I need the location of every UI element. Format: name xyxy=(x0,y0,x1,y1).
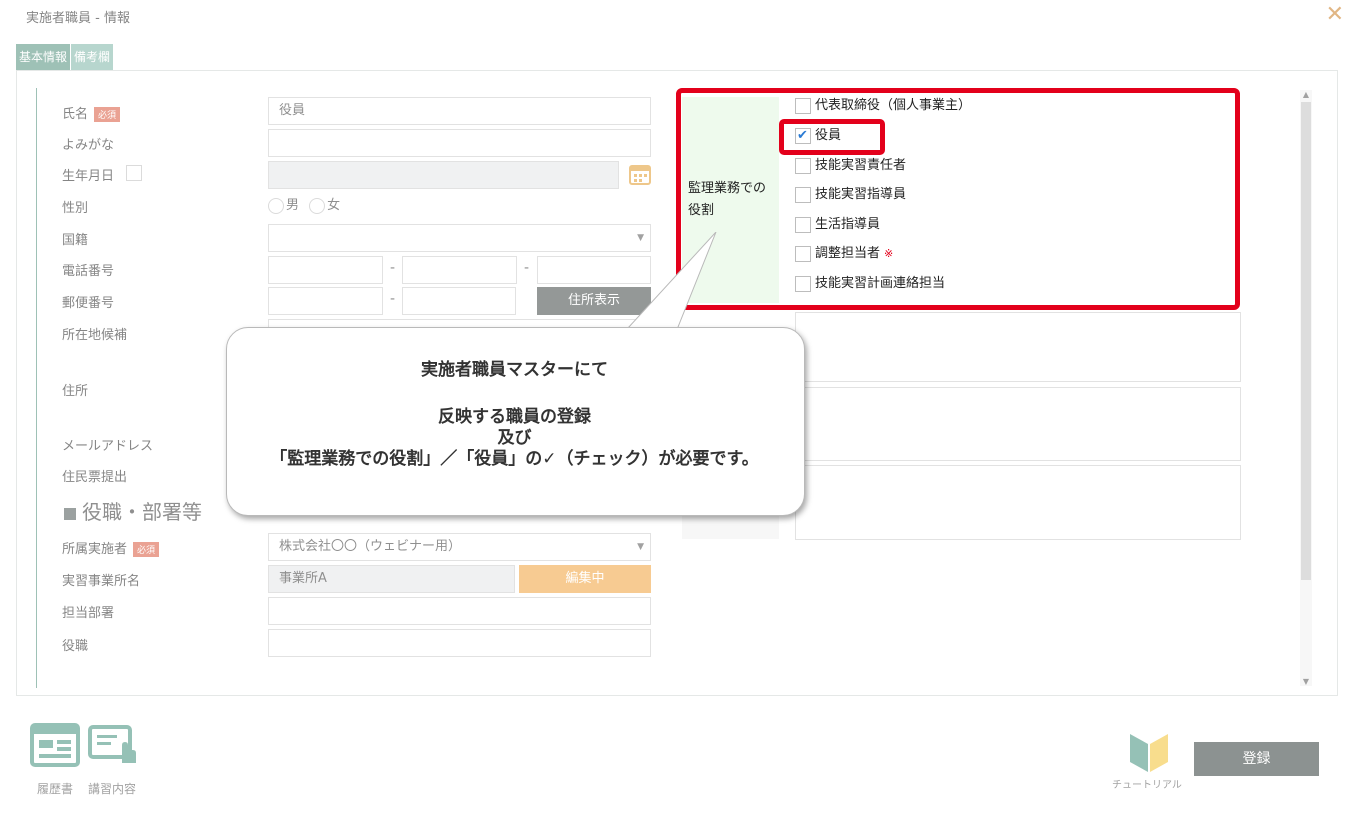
birth-input[interactable] xyxy=(268,161,619,189)
right-textarea-3[interactable] xyxy=(795,465,1241,540)
address-label: 住所 xyxy=(62,384,89,399)
nationality-select[interactable]: ▼ xyxy=(268,224,651,252)
phone-label: 電話番号 xyxy=(62,264,115,279)
editing-button[interactable]: 編集中 xyxy=(519,565,651,593)
phone-separator: - xyxy=(390,260,396,276)
register-button[interactable]: 登録 xyxy=(1194,742,1319,776)
calendar-icon[interactable] xyxy=(629,163,651,185)
kana-label: よみがな xyxy=(62,138,115,153)
scrollbar-thumb[interactable] xyxy=(1301,102,1311,580)
checkbox[interactable] xyxy=(795,186,811,203)
checkbox[interactable] xyxy=(795,216,811,233)
required-badge: 必須 xyxy=(94,107,121,122)
birth-unknown-checkbox[interactable] xyxy=(126,165,142,181)
implementer-select[interactable]: 株式会社〇〇（ウェビナー用） ▼ xyxy=(268,533,651,561)
name-label: 氏名 必須 xyxy=(62,103,121,122)
role-checkbox-plan-contact[interactable]: 技能実習計画連絡担当 xyxy=(795,275,945,293)
kana-input[interactable] xyxy=(268,129,651,157)
radio-female[interactable] xyxy=(309,197,326,214)
checkbox[interactable] xyxy=(795,157,811,174)
officer-highlight-frame xyxy=(779,119,885,155)
phone-separator: - xyxy=(524,260,530,276)
resident-card-label: 住民票提出 xyxy=(62,470,128,485)
role-checkbox-training-manager[interactable]: 技能実習責任者 xyxy=(795,157,906,175)
postal-label: 郵便番号 xyxy=(62,296,115,311)
panel-accent-line xyxy=(36,88,37,688)
checkbox[interactable] xyxy=(795,245,811,262)
email-label: メールアドレス xyxy=(62,439,154,454)
resume-label: 履歴書 xyxy=(37,782,74,796)
checkbox[interactable] xyxy=(795,275,811,292)
department-label: 担当部署 xyxy=(62,606,115,621)
address-candidate-label: 所在地候補 xyxy=(62,328,128,343)
role-checkbox-training-instructor[interactable]: 技能実習指導員 xyxy=(795,186,906,204)
dialog-window: 実施者職員 - 情報 ✕ 基本情報 備考欄 氏名 必須 役員 よみがな 生年月日 性… xyxy=(0,0,1350,825)
checkbox[interactable] xyxy=(795,97,811,114)
close-icon[interactable]: ✕ xyxy=(1326,2,1344,27)
office-input[interactable]: 事業所A xyxy=(268,565,515,593)
gender-radio-group: 男 女 xyxy=(268,194,340,214)
tutorial-label: チュートリアル xyxy=(1112,780,1182,791)
callout-tail xyxy=(626,232,717,332)
position-label: 役職 xyxy=(62,639,89,654)
callout-text: 実施者職員マスターにて 反映する職員の登録 及び 「監理業務での役割」／「役員」… xyxy=(270,360,759,469)
postal-input-1[interactable] xyxy=(268,287,383,315)
name-input[interactable]: 役員 xyxy=(268,97,651,125)
radio-male[interactable] xyxy=(268,197,284,214)
course-icon[interactable] xyxy=(88,723,138,767)
scroll-down-icon[interactable]: ▼ xyxy=(1300,677,1312,686)
right-textarea-1[interactable] xyxy=(795,312,1241,382)
implementer-label: 所属実施者 必須 xyxy=(62,538,160,557)
right-textarea-2[interactable] xyxy=(795,387,1241,461)
scroll-up-icon[interactable]: ▲ xyxy=(1300,90,1312,99)
postal-separator: - xyxy=(390,291,396,307)
department-input[interactable] xyxy=(268,597,651,625)
course-label: 講習内容 xyxy=(88,782,137,796)
position-input[interactable] xyxy=(268,629,651,657)
nationality-label: 国籍 xyxy=(62,233,89,248)
role-checkbox-coordinator[interactable]: 調整担当者 ※ xyxy=(795,245,893,263)
window-title: 実施者職員 - 情報 xyxy=(26,11,130,26)
birth-label: 生年月日 xyxy=(62,169,115,184)
postal-input-2[interactable] xyxy=(402,287,516,315)
chevron-down-icon: ▼ xyxy=(637,542,644,552)
tutorial-icon[interactable] xyxy=(1118,730,1180,774)
role-checkbox-representative[interactable]: 代表取締役（個人事業主） xyxy=(795,97,971,115)
resume-icon[interactable] xyxy=(30,723,80,767)
tab-notes[interactable]: 備考欄 xyxy=(71,44,114,70)
square-icon xyxy=(64,507,76,520)
tab-basic-info[interactable]: 基本情報 xyxy=(16,44,71,70)
section-title: 役職・部署等 xyxy=(64,496,202,525)
phone-input-1[interactable] xyxy=(268,256,383,284)
phone-input-2[interactable] xyxy=(402,256,517,284)
required-note: ※ xyxy=(884,247,894,260)
gender-label: 性別 xyxy=(62,201,89,216)
office-label: 実習事業所名 xyxy=(62,574,141,589)
tab-bar: 基本情報 備考欄 xyxy=(16,44,114,70)
scrollbar[interactable]: ▲ ▼ xyxy=(1300,90,1312,686)
role-checkbox-life-instructor[interactable]: 生活指導員 xyxy=(795,216,880,234)
required-badge: 必須 xyxy=(133,542,160,557)
